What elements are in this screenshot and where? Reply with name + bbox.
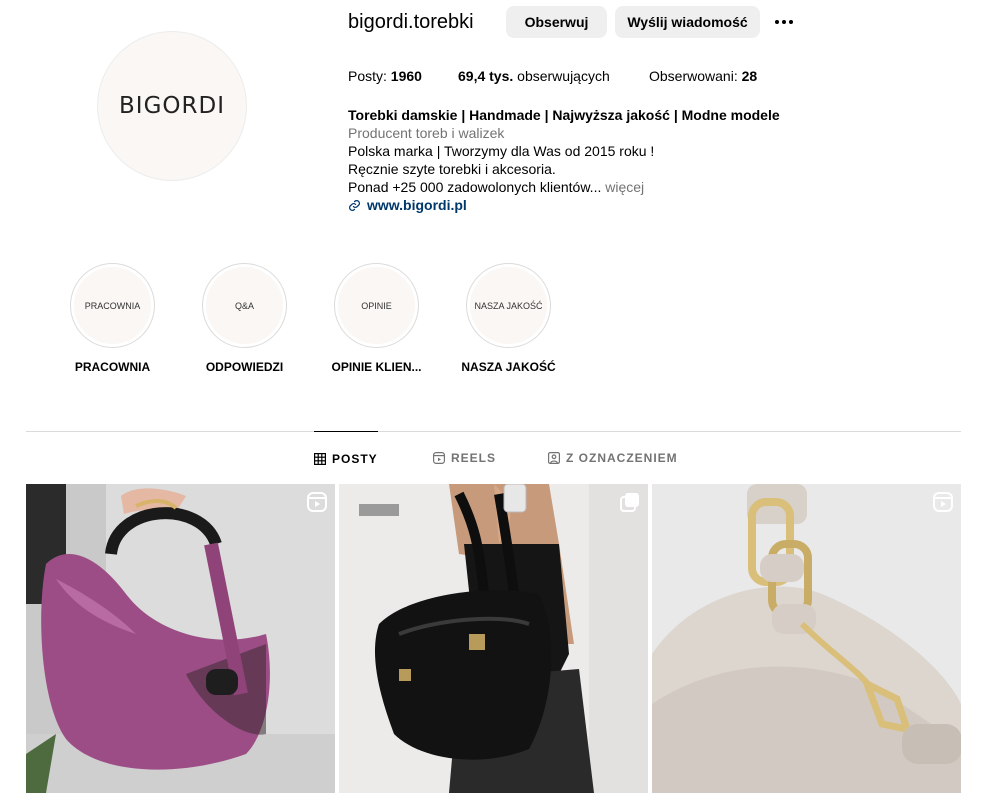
bio-line-truncated: Ponad +25 000 zadowolonych klientów... w… — [348, 178, 808, 196]
carousel-icon — [620, 493, 639, 512]
highlight-cover-text: OPINIE — [338, 267, 415, 344]
stat-followers-value: 69,4 tys. — [458, 68, 514, 84]
tab-tagged[interactable]: Z OZNACZENIEM — [548, 431, 678, 485]
reel-icon — [933, 492, 953, 512]
stat-followers[interactable]: 69,4 tys. obserwujących — [458, 68, 610, 84]
highlight-nasza-jakosc[interactable]: NASZA JAKOŚĆ NASZA JAKOŚĆ — [461, 263, 556, 374]
post-tile-purple-handbag[interactable] — [26, 484, 335, 793]
bio-more-link[interactable]: więcej — [605, 179, 644, 195]
stat-posts: Posty: 1960 — [348, 68, 422, 84]
bio-line: Ponad +25 000 zadowolonych klientów... — [348, 179, 602, 195]
profile-avatar[interactable]: BIGORDI — [97, 31, 247, 181]
highlight-pracownia[interactable]: PRACOWNIA PRACOWNIA — [70, 263, 155, 374]
stat-posts-value: 1960 — [390, 68, 422, 84]
stat-followers-label: obserwujących — [517, 68, 610, 84]
post-image — [26, 484, 335, 793]
link-icon — [349, 199, 360, 211]
bio-line: Polska marka | Tworzymy dla Was od 2015 … — [348, 143, 655, 159]
tagged-icon — [548, 452, 560, 464]
avatar-logo-text: BIGORDI — [119, 93, 225, 119]
grid-icon — [314, 452, 326, 465]
highlight-cover-text: NASZA JAKOŚĆ — [470, 267, 547, 344]
more-options-icon[interactable] — [769, 10, 799, 34]
reel-icon — [307, 492, 327, 512]
highlight-label: NASZA JAKOŚĆ — [461, 360, 556, 374]
stat-posts-label: Posty: — [348, 68, 387, 84]
reels-icon — [433, 452, 445, 464]
highlight-label: ODPOWIEDZI — [205, 360, 284, 374]
highlight-label: PRACOWNIA — [74, 360, 151, 374]
post-tile-black-shoulder-bag[interactable] — [339, 484, 648, 793]
tab-reels-label: REELS — [451, 451, 497, 465]
post-tile-beige-bag-chain[interactable] — [652, 484, 961, 793]
highlight-cover: NASZA JAKOŚĆ — [466, 263, 551, 348]
tab-posts-label: POSTY — [332, 451, 378, 466]
highlight-cover: Q&A — [202, 263, 287, 348]
bio-website-text: www.bigordi.pl — [367, 197, 467, 213]
send-message-button[interactable]: Wyślij wiadomość — [615, 6, 760, 38]
highlight-label: OPINIE KLIEN... — [331, 360, 422, 374]
highlight-cover: OPINIE — [334, 263, 419, 348]
post-image — [652, 484, 961, 793]
profile-bio: Torebki damskie | Handmade | Najwyższa j… — [348, 106, 808, 214]
bio-category: Producent toreb i walizek — [348, 125, 505, 141]
bio-website-link[interactable]: www.bigordi.pl — [348, 196, 808, 214]
bio-line: Ręcznie szyte torebki i akcesoria. — [348, 161, 556, 177]
highlight-cover-text: PRACOWNIA — [74, 267, 151, 344]
stat-following-value: 28 — [741, 68, 758, 84]
follow-button[interactable]: Obserwuj — [506, 6, 607, 38]
post-image — [339, 484, 648, 793]
tab-reels[interactable]: REELS — [433, 431, 496, 485]
profile-username: bigordi.torebki — [348, 11, 474, 33]
stat-following[interactable]: Obserwowani: 28 — [649, 68, 757, 84]
tab-tagged-label: Z OZNACZENIEM — [566, 451, 678, 465]
highlight-odpowiedzi[interactable]: Q&A ODPOWIEDZI — [202, 263, 287, 374]
highlight-cover: PRACOWNIA — [70, 263, 155, 348]
highlight-cover-text: Q&A — [206, 267, 283, 344]
bio-name: Torebki damskie | Handmade | Najwyższa j… — [348, 107, 780, 123]
tab-posts[interactable]: POSTY — [314, 431, 378, 485]
stat-following-label: Obserwowani: — [649, 68, 738, 84]
highlight-opinie[interactable]: OPINIE OPINIE KLIEN... — [331, 263, 422, 374]
